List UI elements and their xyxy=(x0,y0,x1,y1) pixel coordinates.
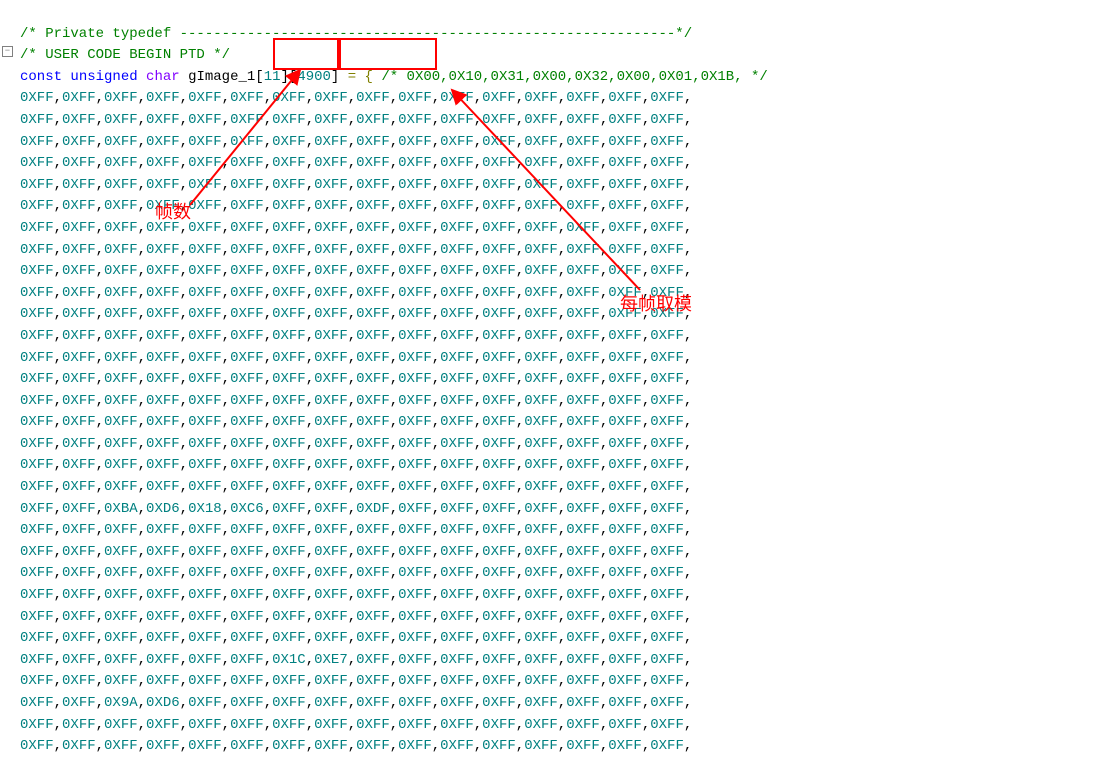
data-row: 0XFF,0XFF,0XFF,0XFF,0XFF,0XFF,0X1C,0XE7,… xyxy=(20,652,692,668)
data-row: 0XFF,0XFF,0XFF,0XFF,0XFF,0XFF,0XFF,0XFF,… xyxy=(20,177,692,193)
data-row: 0XFF,0XFF,0XFF,0XFF,0XFF,0XFF,0XFF,0XFF,… xyxy=(20,112,692,128)
data-row: 0XFF,0XFF,0XFF,0XFF,0XFF,0XFF,0XFF,0XFF,… xyxy=(20,155,692,171)
data-row: 0XFF,0XFF,0XFF,0XFF,0XFF,0XFF,0XFF,0XFF,… xyxy=(20,544,692,560)
data-row: 0XFF,0XFF,0XFF,0XFF,0XFF,0XFF,0XFF,0XFF,… xyxy=(20,436,692,452)
comment-line: /* USER CODE BEGIN PTD */ xyxy=(20,47,230,63)
data-row: 0XFF,0XFF,0XFF,0XFF,0XFF,0XFF,0XFF,0XFF,… xyxy=(20,220,692,236)
data-row: 0XFF,0XFF,0XFF,0XFF,0XFF,0XFF,0XFF,0XFF,… xyxy=(20,630,692,646)
data-row: 0XFF,0XFF,0XFF,0XFF,0XFF,0XFF,0XFF,0XFF,… xyxy=(20,90,692,106)
data-row: 0XFF,0XFF,0XFF,0XFF,0XFF,0XFF,0XFF,0XFF,… xyxy=(20,522,692,538)
data-row: 0XFF,0XFF,0XFF,0XFF,0XFF,0XFF,0XFF,0XFF,… xyxy=(20,198,692,214)
data-row: 0XFF,0XFF,0XFF,0XFF,0XFF,0XFF,0XFF,0XFF,… xyxy=(20,565,692,581)
data-row: 0XFF,0XFF,0XFF,0XFF,0XFF,0XFF,0XFF,0XFF,… xyxy=(20,263,692,279)
data-row: 0XFF,0XFF,0XFF,0XFF,0XFF,0XFF,0XFF,0XFF,… xyxy=(20,738,692,754)
data-row: 0XFF,0XFF,0XFF,0XFF,0XFF,0XFF,0XFF,0XFF,… xyxy=(20,328,692,344)
data-row: 0XFF,0XFF,0XFF,0XFF,0XFF,0XFF,0XFF,0XFF,… xyxy=(20,457,692,473)
data-row: 0XFF,0XFF,0X9A,0XD6,0XFF,0XFF,0XFF,0XFF,… xyxy=(20,695,692,711)
data-row: 0XFF,0XFF,0XFF,0XFF,0XFF,0XFF,0XFF,0XFF,… xyxy=(20,393,692,409)
data-row: 0XFF,0XFF,0XFF,0XFF,0XFF,0XFF,0XFF,0XFF,… xyxy=(20,134,692,150)
comment-line: /* Private typedef ---------------------… xyxy=(20,26,692,42)
data-row: 0XFF,0XFF,0XBA,0XD6,0X18,0XC6,0XFF,0XFF,… xyxy=(20,501,692,517)
data-row: 0XFF,0XFF,0XFF,0XFF,0XFF,0XFF,0XFF,0XFF,… xyxy=(20,609,692,625)
data-row: 0XFF,0XFF,0XFF,0XFF,0XFF,0XFF,0XFF,0XFF,… xyxy=(20,371,692,387)
code-editor[interactable]: /* Private typedef ---------------------… xyxy=(0,0,768,758)
declaration-line: const unsigned char gImage_1[11][4900] =… xyxy=(20,69,768,85)
data-row: 0XFF,0XFF,0XFF,0XFF,0XFF,0XFF,0XFF,0XFF,… xyxy=(20,242,692,258)
data-row: 0XFF,0XFF,0XFF,0XFF,0XFF,0XFF,0XFF,0XFF,… xyxy=(20,306,692,322)
data-row: 0XFF,0XFF,0XFF,0XFF,0XFF,0XFF,0XFF,0XFF,… xyxy=(20,479,692,495)
data-row: 0XFF,0XFF,0XFF,0XFF,0XFF,0XFF,0XFF,0XFF,… xyxy=(20,350,692,366)
data-row: 0XFF,0XFF,0XFF,0XFF,0XFF,0XFF,0XFF,0XFF,… xyxy=(20,587,692,603)
data-row: 0XFF,0XFF,0XFF,0XFF,0XFF,0XFF,0XFF,0XFF,… xyxy=(20,414,692,430)
data-row: 0XFF,0XFF,0XFF,0XFF,0XFF,0XFF,0XFF,0XFF,… xyxy=(20,717,692,733)
data-row: 0XFF,0XFF,0XFF,0XFF,0XFF,0XFF,0XFF,0XFF,… xyxy=(20,673,692,689)
data-row: 0XFF,0XFF,0XFF,0XFF,0XFF,0XFF,0XFF,0XFF,… xyxy=(20,285,692,301)
